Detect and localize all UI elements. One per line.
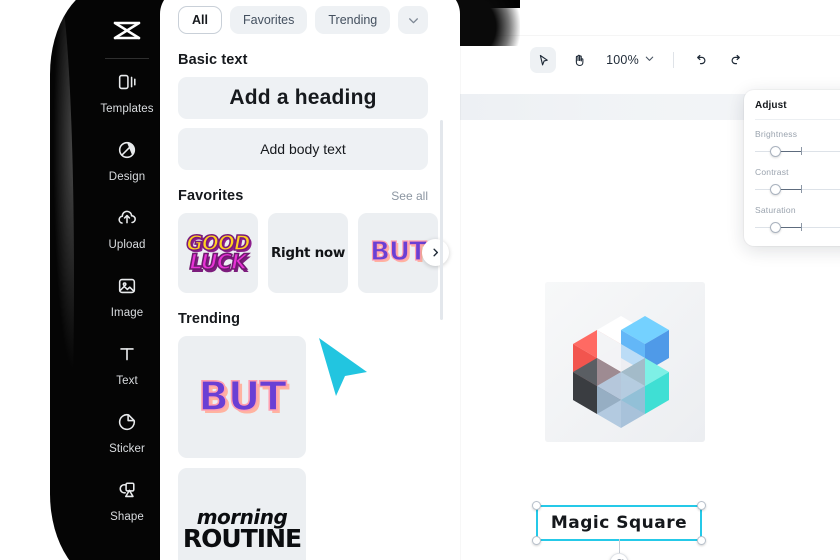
trending-card-morning-routine[interactable]: morning ROUTINE <box>178 468 306 560</box>
rotate-handle-icon[interactable] <box>609 553 629 560</box>
sidebar-edge-glow <box>38 0 74 560</box>
saturation-label: Saturation <box>755 205 796 215</box>
shape-icon <box>116 479 138 506</box>
saturation-slider[interactable] <box>755 221 840 233</box>
sidebar-item-label: Shape <box>110 511 144 523</box>
zoom-control[interactable]: 100% <box>602 51 659 69</box>
favorites-title: Favorites <box>178 188 244 204</box>
slider-center-tick <box>801 223 803 231</box>
favorites-section-header: Favorites See all <box>178 188 428 204</box>
sticker-icon <box>116 411 138 438</box>
slider-center-tick <box>801 185 803 193</box>
brightness-slider[interactable] <box>755 145 840 157</box>
contrast-slider[interactable] <box>755 183 840 195</box>
sidebar-item-image[interactable]: Image <box>86 263 168 331</box>
text-t-icon <box>116 343 138 370</box>
add-heading-button[interactable]: Add a heading <box>178 77 428 119</box>
word-art-line-2: LUCK <box>189 249 249 274</box>
sidebar-item-label: Sticker <box>109 443 145 455</box>
sidebar-item-label: Text <box>116 375 138 387</box>
filter-chip-all[interactable]: All <box>178 6 222 34</box>
text-panel: All Favorites Trending Basic text Add a … <box>160 0 460 560</box>
cursor-arrow-icon[interactable] <box>530 47 557 73</box>
sidebar-item-design[interactable]: Design <box>86 127 168 195</box>
word-art-but: BUT <box>370 237 428 268</box>
sidebar-item-shape[interactable]: Shape <box>86 467 168 535</box>
sidebar-item-text[interactable]: Text <box>86 331 168 399</box>
trending-title: Trending <box>178 311 241 327</box>
sidebar-item-label: Image <box>110 307 144 319</box>
saturation-slider-knob[interactable] <box>770 221 781 233</box>
sidebar-item-templates[interactable]: Templates <box>86 59 168 127</box>
chevron-down-icon[interactable] <box>644 51 655 69</box>
trending-card-grid: BUT morning ROUTINE <box>178 336 428 560</box>
brightness-label: Brightness <box>755 129 798 139</box>
design-brush-icon <box>116 139 138 166</box>
panel-scrollbar[interactable] <box>440 120 443 320</box>
zoom-level-label: 100% <box>606 53 639 67</box>
favorite-card-right-now[interactable]: Right now <box>268 213 348 293</box>
magic-square-cube-image[interactable] <box>545 282 705 442</box>
word-art-morning-routine: morning ROUTINE <box>182 507 302 553</box>
chevron-right-icon[interactable] <box>422 239 449 266</box>
chevron-down-icon[interactable] <box>398 6 428 34</box>
filter-chip-trending[interactable]: Trending <box>315 6 391 34</box>
filter-chip-row: All Favorites Trending <box>178 0 428 34</box>
contrast-slider-row[interactable]: Contrast <box>755 167 840 195</box>
saturation-slider-row[interactable]: Saturation <box>755 205 840 233</box>
slider-center-tick <box>801 147 803 155</box>
basic-text-title: Basic text <box>178 52 248 68</box>
resize-handle-bottom-right[interactable] <box>697 536 706 545</box>
toolbar-divider <box>672 52 674 68</box>
sidebar-item-sticker[interactable]: Sticker <box>86 399 168 467</box>
contrast-slider-knob[interactable] <box>770 183 781 195</box>
adjust-panel-title: Adjust <box>755 100 787 111</box>
upload-cloud-icon <box>116 207 138 234</box>
selected-text-element[interactable]: Magic Square <box>532 501 706 560</box>
brightness-slider-knob[interactable] <box>770 145 781 157</box>
adjust-divider <box>755 119 840 120</box>
redo-arrow-icon[interactable] <box>724 47 750 73</box>
favorite-card-good-luck[interactable]: GOOD LUCK <box>178 213 258 293</box>
hand-pan-icon[interactable] <box>566 47 592 73</box>
templates-icon <box>116 71 138 98</box>
sidebar-item-label: Upload <box>108 239 146 251</box>
image-icon <box>116 275 138 302</box>
word-art-line-2: ROUTINE <box>182 523 302 553</box>
favorites-card-row: GOOD LUCK Right now BUT <box>178 213 449 293</box>
trending-card-but[interactable]: BUT <box>178 336 306 458</box>
sidebar-item-label: Design <box>108 171 146 183</box>
contrast-label: Contrast <box>755 167 789 177</box>
undo-arrow-icon[interactable] <box>688 47 714 73</box>
resize-handle-top-right[interactable] <box>697 501 706 510</box>
sidebar-item-upload[interactable]: Upload <box>86 195 168 263</box>
screen-root: 100% Magic Square Adjust Brightness Cont… <box>0 0 840 560</box>
capcut-logo-icon[interactable] <box>86 14 168 48</box>
selected-text-label: Magic Square <box>550 513 688 533</box>
cube-artwork-svg <box>545 282 705 442</box>
adjust-panel[interactable]: Adjust Brightness Contrast Saturation <box>744 90 840 246</box>
resize-handle-bottom-left[interactable] <box>532 536 541 545</box>
word-art-but-large: BUT <box>198 373 288 420</box>
sidebar-content: Templates Design Upload Image Text Stick… <box>86 0 168 560</box>
word-art-right-now: Right now <box>270 244 346 261</box>
brightness-slider-row[interactable]: Brightness <box>755 129 840 157</box>
add-body-text-button[interactable]: Add body text <box>178 128 428 170</box>
text-panel-content: All Favorites Trending Basic text Add a … <box>160 0 449 560</box>
favorites-see-all-link[interactable]: See all <box>391 189 428 203</box>
filter-chip-favorites[interactable]: Favorites <box>229 6 308 34</box>
word-art-good-luck: GOOD LUCK <box>186 232 252 274</box>
sidebar-item-label: Templates <box>100 103 154 115</box>
resize-handle-top-left[interactable] <box>532 501 541 510</box>
rotate-stem <box>619 539 620 553</box>
